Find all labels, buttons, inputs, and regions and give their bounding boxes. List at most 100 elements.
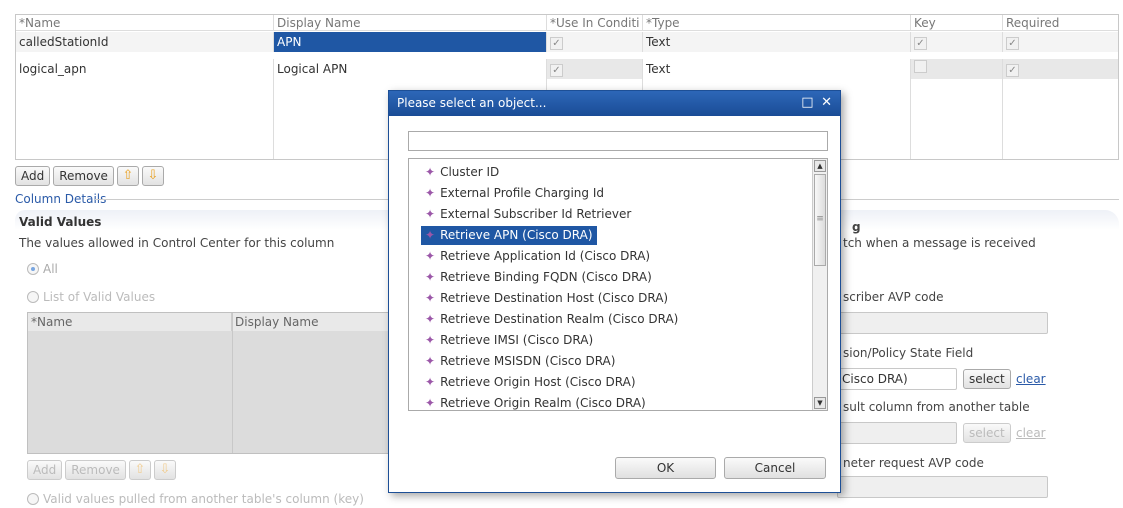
list-item[interactable]: ✦ Cluster ID xyxy=(421,163,503,182)
add-value-button[interactable]: Add xyxy=(27,460,63,480)
key-checkbox[interactable]: ✓ xyxy=(914,37,927,50)
object-icon: ✦ xyxy=(425,186,436,200)
use-checkbox[interactable]: ✓ xyxy=(550,64,563,77)
list-item[interactable]: ✦ Retrieve Destination Realm (Cisco DRA) xyxy=(421,310,682,329)
cell-required[interactable]: ✓ xyxy=(1003,59,1118,79)
list-item[interactable]: ✦ Retrieve Origin Host (Cisco DRA) xyxy=(421,373,640,392)
cell-type[interactable]: Text xyxy=(643,59,911,79)
list-item[interactable]: ✦ External Subscriber Id Retriever xyxy=(421,205,635,224)
cancel-button[interactable]: Cancel xyxy=(724,457,826,479)
cell-key[interactable] xyxy=(911,59,1003,79)
radio-all[interactable]: All xyxy=(27,262,58,276)
list-item-label: Retrieve Origin Realm (Cisco DRA) xyxy=(440,396,646,410)
col-display-name-header[interactable]: Display Name xyxy=(274,15,547,30)
scrollbar[interactable]: ▲ ≡ ▼ xyxy=(812,159,827,410)
object-icon: ✦ xyxy=(425,291,436,305)
object-icon: ✦ xyxy=(425,165,436,179)
right-panel-heading: g xyxy=(852,220,861,234)
radio-list-label: List of Valid Values xyxy=(43,290,156,304)
arrow-down-icon[interactable]: ⇩ xyxy=(153,460,176,480)
col-name-header: *Name xyxy=(28,313,232,331)
clear-link-disabled[interactable]: clear xyxy=(1016,426,1046,440)
search-input[interactable] xyxy=(408,131,828,151)
list-item[interactable]: ✦ Retrieve Origin Realm (Cisco DRA) xyxy=(421,394,650,410)
cell-use-in-conditions[interactable]: ✓ xyxy=(547,32,643,52)
scroll-down-icon[interactable]: ▼ xyxy=(814,397,826,409)
request-avp-label: neter request AVP code xyxy=(843,456,984,470)
list-item[interactable]: ✦ Retrieve Destination Host (Cisco DRA) xyxy=(421,289,672,308)
table-header: *Name Display Name xyxy=(28,313,434,331)
dialog-title-bar: Please select an object... □ ✕ xyxy=(389,91,840,116)
object-icon: ✦ xyxy=(425,270,436,284)
list-item[interactable]: ✦ Retrieve APN (Cisco DRA) xyxy=(421,226,597,245)
cell-type[interactable]: Text xyxy=(643,32,911,52)
cell-display-name[interactable]: Logical APN xyxy=(274,59,547,79)
arrow-down-icon[interactable]: ⇩ xyxy=(141,166,164,186)
list-item-label: Retrieve MSISDN (Cisco DRA) xyxy=(440,354,616,368)
list-item-label: Retrieve Application Id (Cisco DRA) xyxy=(440,249,651,263)
cell-name[interactable]: logical_apn xyxy=(16,59,274,79)
scroll-up-icon[interactable]: ▲ xyxy=(814,160,826,172)
table-row[interactable]: calledStationId APN ✓ Text ✓ ✓ xyxy=(16,32,1118,52)
cell-key[interactable]: ✓ xyxy=(911,32,1003,52)
table-header: *Name Display Name *Use In Conditi *Type… xyxy=(16,15,1118,31)
radio-icon[interactable] xyxy=(27,291,39,303)
key-checkbox[interactable] xyxy=(914,60,927,73)
col-key-header[interactable]: Key xyxy=(911,15,1003,30)
list-item-label: External Subscriber Id Retriever xyxy=(440,207,632,221)
object-icon: ✦ xyxy=(425,207,436,221)
arrow-up-icon[interactable]: ⇧ xyxy=(128,460,151,480)
cell-use-in-conditions[interactable]: ✓ xyxy=(547,59,643,79)
list-item[interactable]: ✦ External Profile Charging Id xyxy=(421,184,608,203)
object-icon: ✦ xyxy=(425,228,436,242)
required-checkbox[interactable]: ✓ xyxy=(1006,64,1019,77)
maximize-icon[interactable]: □ xyxy=(801,95,813,110)
arrow-up-icon[interactable]: ⇧ xyxy=(116,166,139,186)
object-list[interactable]: ✦ Cluster ID ✦ External Profile Charging Id… xyxy=(408,158,828,411)
radio-icon[interactable] xyxy=(27,263,39,275)
right-panel-description: tch when a message is received xyxy=(843,236,1036,250)
dialog-controls[interactable]: □ ✕ xyxy=(801,91,832,115)
select-button-disabled[interactable]: select xyxy=(963,423,1011,443)
state-field-value[interactable]: Cisco DRA) xyxy=(837,368,957,390)
add-button[interactable]: Add xyxy=(15,166,51,186)
clear-link[interactable]: clear xyxy=(1016,372,1046,386)
list-item[interactable]: ✦ Retrieve Binding FQDN (Cisco DRA) xyxy=(421,268,656,287)
ok-button[interactable]: OK xyxy=(615,457,716,479)
list-item[interactable]: ✦ Retrieve Application Id (Cisco DRA) xyxy=(421,247,654,266)
list-item-label: Retrieve Destination Host (Cisco DRA) xyxy=(440,291,669,305)
table-row[interactable]: logical_apn Logical APN ✓ Text ✓ xyxy=(16,59,1118,79)
subscriber-avp-field[interactable] xyxy=(837,312,1048,334)
col-use-in-conditions-header[interactable]: *Use In Conditi xyxy=(547,15,643,30)
list-item-label: Retrieve Origin Host (Cisco DRA) xyxy=(440,375,636,389)
col-name-header[interactable]: *Name xyxy=(16,15,274,30)
use-checkbox[interactable]: ✓ xyxy=(550,37,563,50)
list-item-label: Cluster ID xyxy=(440,165,500,179)
radio-icon[interactable] xyxy=(27,493,39,505)
column-details-label: Column Details xyxy=(15,192,107,206)
remove-value-button[interactable]: Remove xyxy=(65,460,126,480)
list-item-label: Retrieve IMSI (Cisco DRA) xyxy=(440,333,594,347)
list-item[interactable]: ✦ Retrieve IMSI (Cisco DRA) xyxy=(421,331,597,350)
list-item[interactable]: ✦ Retrieve MSISDN (Cisco DRA) xyxy=(421,352,619,371)
list-item-label: External Profile Charging Id xyxy=(440,186,604,200)
cell-display-name[interactable]: APN xyxy=(274,32,547,52)
list-item-label: Retrieve APN (Cisco DRA) xyxy=(440,228,593,242)
result-column-field[interactable] xyxy=(837,422,957,444)
cell-required[interactable]: ✓ xyxy=(1003,32,1118,52)
scroll-thumb[interactable]: ≡ xyxy=(814,174,826,266)
valid-values-description: The values allowed in Control Center for… xyxy=(19,236,335,250)
select-button[interactable]: select xyxy=(963,369,1011,389)
request-avp-field[interactable] xyxy=(837,476,1048,498)
result-column-label: sult column from another table xyxy=(843,400,1030,414)
object-icon: ✦ xyxy=(425,375,436,389)
radio-list-of-valid-values[interactable]: List of Valid Values xyxy=(27,290,155,304)
remove-button[interactable]: Remove xyxy=(53,166,114,186)
close-icon[interactable]: ✕ xyxy=(821,95,832,110)
cell-name[interactable]: calledStationId xyxy=(16,32,274,52)
col-type-header[interactable]: *Type xyxy=(643,15,911,30)
required-checkbox[interactable]: ✓ xyxy=(1006,37,1019,50)
subscriber-avp-label: scriber AVP code xyxy=(843,290,944,304)
col-required-header[interactable]: Required xyxy=(1003,15,1118,30)
radio-pulled-values[interactable]: Valid values pulled from another table's… xyxy=(27,492,364,506)
